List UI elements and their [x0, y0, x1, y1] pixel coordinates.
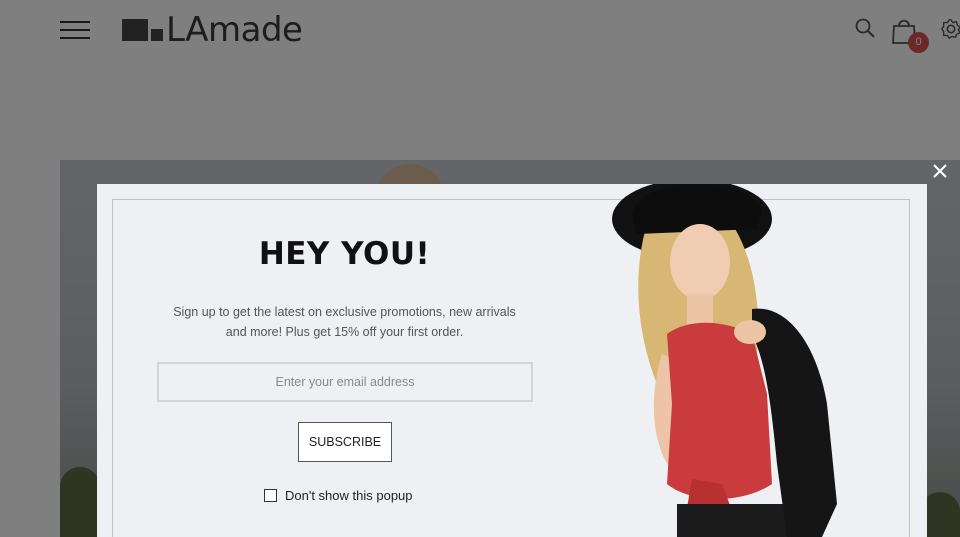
subscribe-button[interactable]: SUBSCRIBE: [298, 422, 392, 462]
model-image: [612, 184, 837, 537]
popup-title: HEY YOU!: [258, 236, 431, 272]
dont-show-checkbox[interactable]: [264, 489, 277, 502]
dont-show-label: Don't show this popup: [285, 488, 413, 503]
email-field[interactable]: [157, 362, 533, 402]
newsletter-popup: HEY YOU! Sign up to get the latest on ex…: [97, 184, 927, 537]
popup-description: Sign up to get the latest on exclusive p…: [157, 302, 532, 342]
close-icon[interactable]: [930, 161, 950, 181]
dont-show-popup-option[interactable]: Don't show this popup: [264, 488, 413, 503]
popup-description-line1: Sign up to get the latest on exclusive p…: [173, 305, 516, 319]
popup-description-line2: and more! Plus get 15% off your first or…: [225, 325, 464, 339]
